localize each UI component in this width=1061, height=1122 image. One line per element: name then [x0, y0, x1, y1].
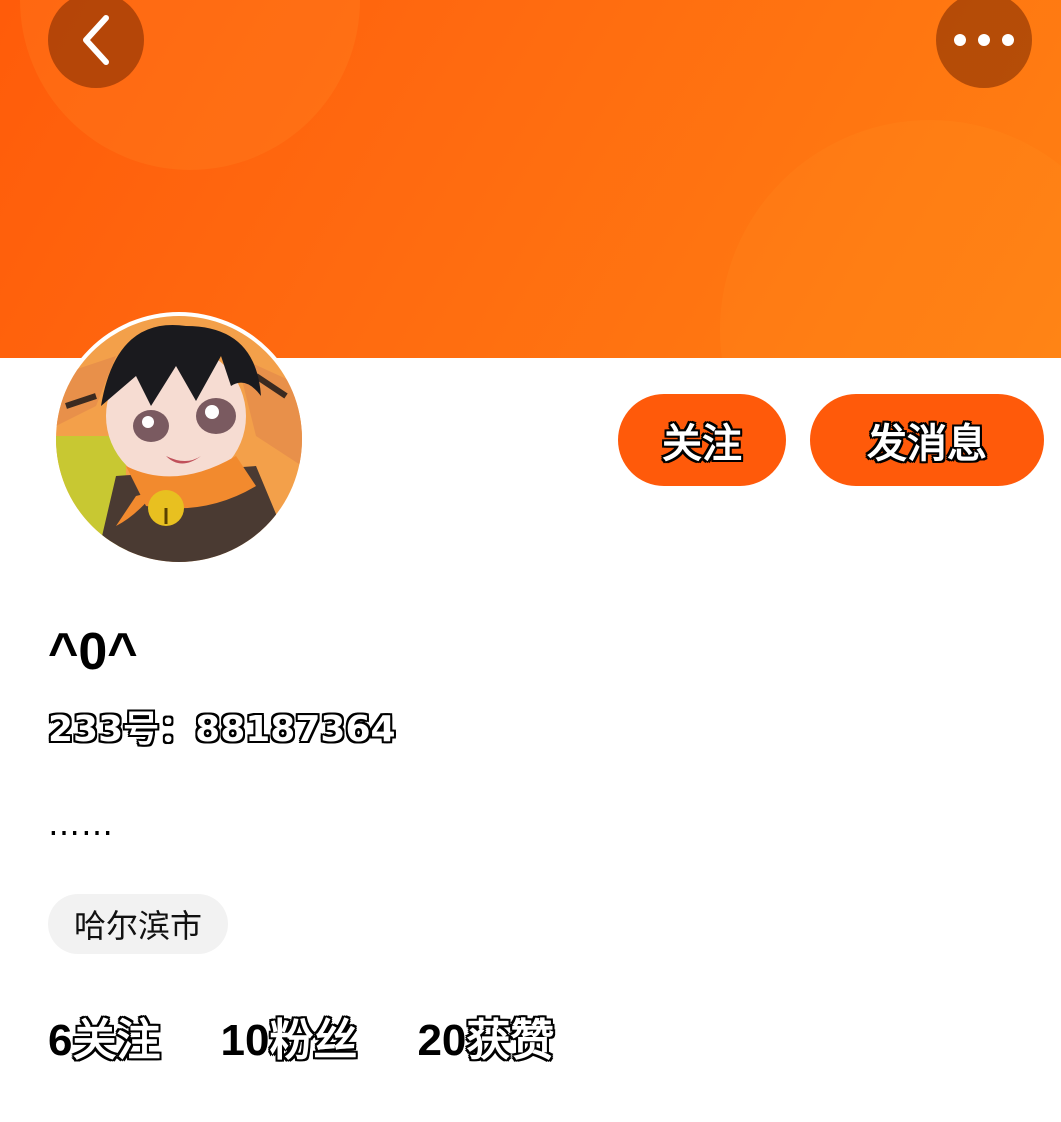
username: ^0^	[48, 623, 138, 681]
send-message-button-label: 发消息	[867, 421, 987, 467]
stat-likes-label: 获赞	[466, 1015, 555, 1066]
more-horizontal-icon	[952, 32, 1016, 48]
banner-decoration	[720, 120, 1061, 358]
stat-following-label: 关注	[72, 1015, 161, 1066]
follow-button[interactable]: 关注	[618, 394, 786, 486]
location-tag: 哈尔滨市	[48, 894, 229, 954]
stat-following[interactable]: 6 关注	[48, 1004, 160, 1068]
location-label: 哈尔滨市	[74, 907, 203, 945]
stat-likes-count: 20	[417, 1016, 467, 1065]
avatar[interactable]	[52, 312, 306, 566]
profile-banner	[0, 0, 1061, 358]
stat-following-count: 6	[48, 1016, 73, 1065]
stat-likes[interactable]: 20 获赞	[417, 1004, 554, 1068]
stats-row: 6 关注 10 粉丝 20 获赞	[48, 1004, 614, 1068]
chevron-left-icon	[76, 14, 116, 66]
profile-page: 关注 发消息 ^0^ 233号：88187364 …… 哈尔滨市 6 关注 10…	[0, 0, 1061, 1122]
stat-followers-label: 粉丝	[269, 1015, 358, 1066]
avatar-image	[56, 316, 302, 562]
stat-followers-count: 10	[220, 1016, 270, 1065]
user-id: 233号：88187364	[48, 709, 396, 750]
stat-followers[interactable]: 10 粉丝	[220, 1004, 357, 1068]
send-message-button[interactable]: 发消息	[810, 394, 1044, 486]
follow-button-label: 关注	[662, 421, 742, 467]
bio: ……	[48, 805, 114, 843]
